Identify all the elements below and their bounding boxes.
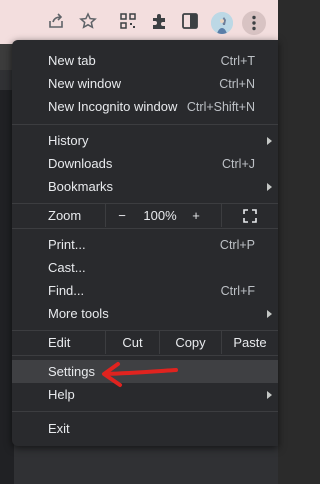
annotation-arrow-icon bbox=[102, 362, 178, 387]
